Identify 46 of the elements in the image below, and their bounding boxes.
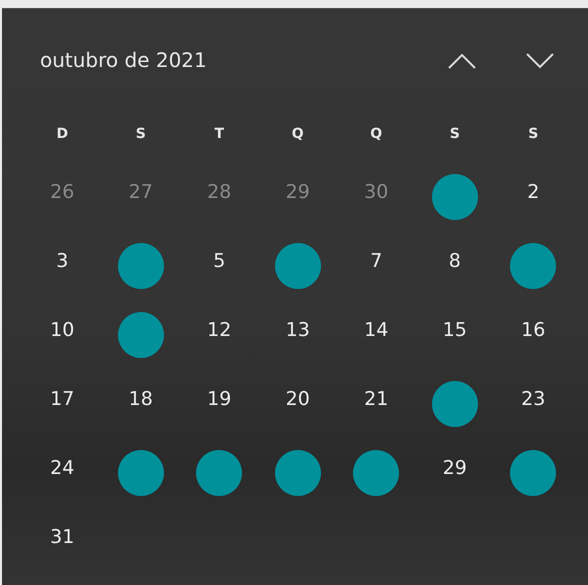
day-number[interactable]: 24 — [50, 456, 74, 478]
day-number[interactable]: 13 — [286, 318, 310, 340]
day-number[interactable]: 18 — [128, 388, 153, 410]
day-marker[interactable] — [432, 174, 478, 220]
day-number[interactable]: 21 — [364, 388, 388, 410]
day-number[interactable]: 27 — [128, 180, 153, 202]
day-marker[interactable] — [118, 450, 164, 496]
day-number[interactable]: 31 — [50, 526, 74, 548]
day-marker[interactable] — [274, 450, 321, 496]
day-marker[interactable] — [196, 450, 242, 496]
day-marker[interactable] — [118, 242, 164, 288]
day-number[interactable]: 8 — [448, 250, 461, 272]
day-number[interactable]: 3 — [56, 250, 68, 272]
weekday-label: S — [136, 126, 146, 142]
weekday-label: S — [528, 126, 538, 142]
day-number[interactable]: 12 — [207, 318, 232, 340]
chevron-down-icon — [526, 53, 554, 69]
day-number[interactable]: 19 — [207, 388, 232, 410]
day-number[interactable]: 23 — [521, 388, 546, 410]
month-title[interactable]: outubro de 2021 — [23, 48, 432, 72]
weekday-label: Q — [292, 126, 304, 142]
day-number[interactable]: 2 — [527, 180, 540, 202]
day-marker[interactable] — [510, 450, 556, 496]
weekday-label: T — [214, 126, 224, 142]
day-number[interactable]: 15 — [442, 318, 467, 340]
day-number[interactable]: 28 — [207, 180, 232, 202]
day-number[interactable]: 7 — [370, 250, 382, 272]
day-number[interactable]: 14 — [364, 318, 388, 340]
day-marker[interactable] — [432, 380, 478, 426]
day-number[interactable]: 29 — [286, 180, 310, 202]
day-number[interactable]: 29 — [442, 456, 467, 478]
day-number[interactable]: 10 — [50, 318, 74, 340]
day-number[interactable]: 16 — [521, 318, 546, 340]
day-number[interactable]: 26 — [50, 180, 74, 202]
day-number[interactable]: 30 — [364, 180, 388, 202]
day-marker[interactable] — [510, 242, 556, 288]
weekday-label: D — [56, 126, 68, 142]
day-number[interactable]: 17 — [50, 388, 74, 410]
day-marker[interactable] — [353, 450, 400, 496]
day-marker[interactable] — [118, 312, 164, 358]
weekday-label: S — [450, 126, 460, 142]
day-number[interactable]: 20 — [286, 388, 310, 410]
chevron-up-icon — [448, 53, 476, 69]
day-number[interactable]: 5 — [213, 250, 226, 272]
weekday-label: Q — [370, 126, 382, 142]
day-marker[interactable] — [274, 242, 321, 288]
